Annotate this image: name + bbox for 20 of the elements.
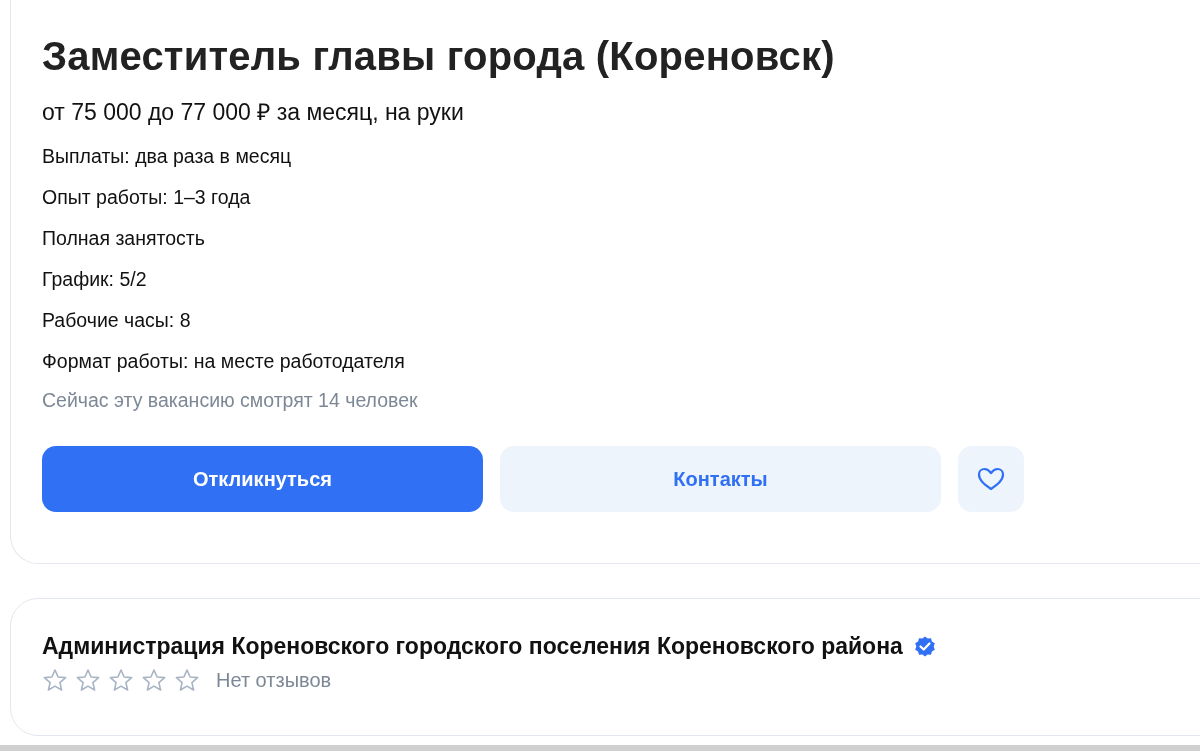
star-icon <box>141 668 167 693</box>
respond-button[interactable]: Откликнуться <box>42 446 483 512</box>
reviews-text[interactable]: Нет отзывов <box>216 669 332 692</box>
detail-text: Опыт работы: 1–3 года <box>42 185 252 210</box>
detail-text: Формат работы: на месте работодателя <box>42 349 406 374</box>
detail-text: Рабочие часы: 8 <box>42 308 192 333</box>
contacts-button[interactable]: Контакты <box>500 446 941 512</box>
star-icon <box>174 668 200 693</box>
star-icon <box>108 668 134 693</box>
heart-icon <box>976 466 1006 492</box>
favorite-button[interactable] <box>958 446 1024 512</box>
star-icon <box>75 668 101 693</box>
viewers-text: Сейчас эту вакансию смотрят 14 человек <box>42 388 419 413</box>
salary-text: от 75 000 до 77 000 ₽ за месяц, на руки <box>42 98 465 127</box>
vacancy-title: Заместитель главы города (Кореновск) <box>42 33 836 80</box>
star-icon <box>42 668 68 693</box>
detail-text: Полная занятость <box>42 226 206 251</box>
detail-text: Выплаты: два раза в месяц <box>42 144 293 169</box>
employer-name[interactable]: Администрация Кореновского городского поселения Кореновского района <box>42 633 903 660</box>
detail-text: График: 5/2 <box>42 267 148 292</box>
